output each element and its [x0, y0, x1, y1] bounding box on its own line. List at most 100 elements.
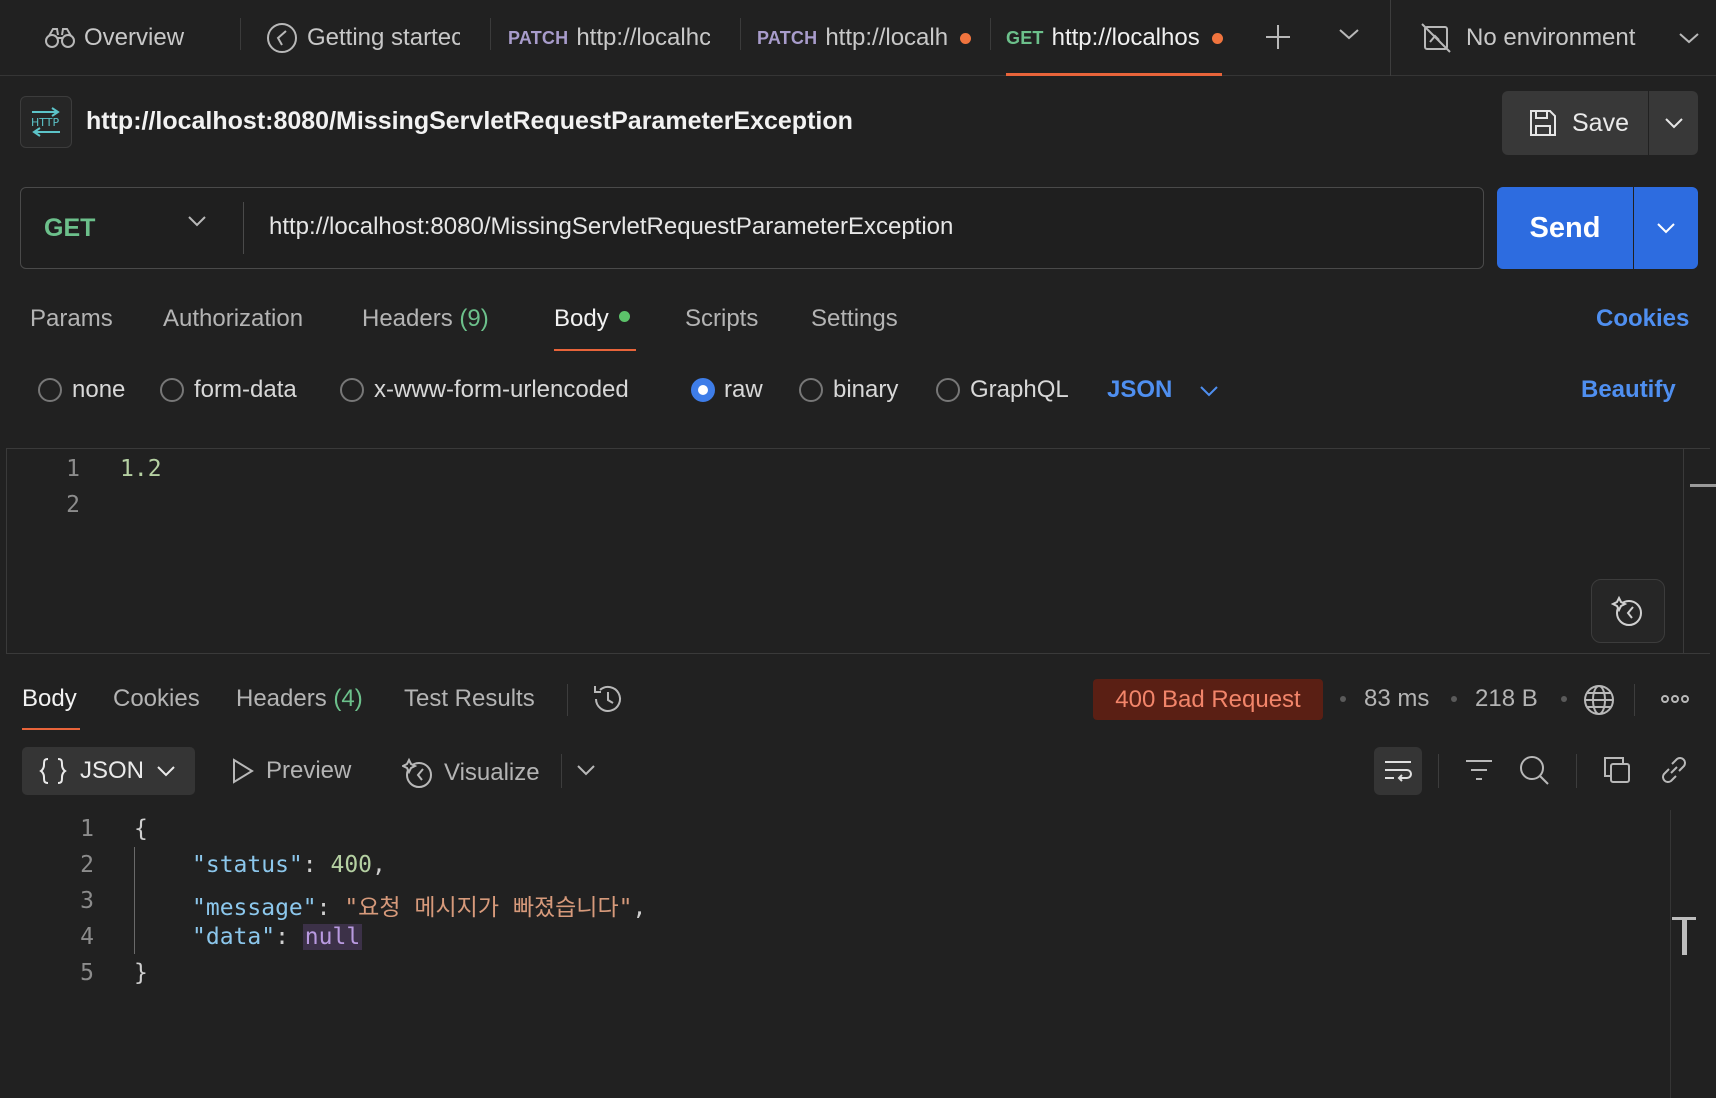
unsaved-dot — [960, 32, 972, 44]
line-number: 1 — [66, 456, 80, 482]
chevron-down-icon[interactable] — [576, 764, 596, 776]
response-format-select[interactable]: JSON — [22, 747, 195, 795]
link-icon[interactable] — [1658, 754, 1690, 786]
environment-label: No environment — [1466, 24, 1636, 51]
chevron-down-icon — [1678, 31, 1700, 45]
radio-urlencoded[interactable] — [340, 378, 364, 402]
tab-label: http://localh — [825, 24, 949, 51]
visualize-label: Visualize — [444, 759, 540, 786]
visualize-icon — [402, 757, 434, 789]
json-key: "data" — [192, 924, 276, 950]
radio-label-urlencoded: x-www-form-urlencoded — [374, 376, 629, 403]
more-options-icon[interactable] — [1660, 692, 1690, 706]
preview-button[interactable]: Preview — [230, 757, 351, 785]
cookies-link[interactable]: Cookies — [1596, 305, 1689, 333]
scrollbar-thumb[interactable] — [1690, 484, 1716, 487]
response-tab-cookies[interactable]: Cookies — [113, 685, 200, 713]
response-tab-test-results[interactable]: Test Results — [404, 685, 535, 713]
radio-label-graphql: GraphQL — [970, 376, 1069, 403]
save-options-button[interactable] — [1649, 91, 1698, 155]
line-number: 1 — [80, 816, 94, 842]
body-indicator-dot — [618, 311, 630, 323]
headers-count: (9) — [459, 305, 489, 332]
radio-label-none: none — [72, 376, 126, 403]
floppy-disk-icon — [1528, 108, 1558, 138]
active-tab-indicator — [554, 349, 636, 351]
json-open-brace: { — [134, 816, 148, 842]
visualize-button[interactable]: Visualize — [402, 757, 540, 789]
chevron-down-icon[interactable] — [1338, 27, 1360, 41]
method-value: GET — [44, 213, 96, 242]
url-bar: GET http://localhost:8080/MissingServlet… — [20, 187, 1484, 269]
scrollbar-thumb[interactable] — [1682, 917, 1687, 955]
response-tab-body[interactable]: Body — [22, 685, 77, 713]
save-label: Save — [1572, 108, 1629, 137]
send-options-button[interactable] — [1634, 187, 1698, 269]
tab-bar: Overview Getting startec PATCH http://lo… — [0, 0, 1716, 76]
line-number: 4 — [80, 924, 94, 950]
history-icon[interactable] — [591, 682, 625, 716]
response-size[interactable]: 218 B — [1475, 685, 1538, 713]
radio-label-binary: binary — [833, 376, 899, 403]
word-wrap-button[interactable] — [1374, 747, 1422, 795]
environment-selector[interactable]: No environment — [1420, 0, 1710, 76]
json-line-message: "message": "요청 메시지가 빠졌습니다", — [192, 895, 647, 921]
ai-assist-button[interactable] — [1591, 579, 1665, 643]
line-number: 2 — [66, 492, 80, 518]
tab-getting-started[interactable]: Getting startec — [266, 0, 460, 76]
radio-label-raw: raw — [724, 376, 763, 403]
chevron-down-icon — [1199, 385, 1219, 397]
json-key: "status" — [192, 852, 303, 878]
radio-graphql[interactable] — [936, 378, 960, 402]
tab-label: http://localhos — [1051, 24, 1200, 51]
tab-headers[interactable]: Headers (9) — [362, 305, 489, 333]
json-value: null — [302, 924, 363, 950]
response-format-value: JSON — [80, 757, 145, 784]
search-icon[interactable] — [1518, 754, 1552, 786]
url-input[interactable]: http://localhost:8080/MissingServletRequ… — [269, 213, 953, 241]
preview-label: Preview — [266, 757, 352, 784]
radio-form-data[interactable] — [160, 378, 184, 402]
tab-overview[interactable]: Overview — [44, 0, 244, 76]
body-format-value: JSON — [1107, 376, 1173, 403]
request-body-editor[interactable] — [6, 448, 1710, 654]
method-label: PATCH — [508, 27, 569, 48]
copy-icon[interactable] — [1601, 754, 1633, 786]
tab-body[interactable]: Body — [554, 305, 630, 333]
tab-patch-1[interactable]: PATCH http://localhc — [508, 0, 710, 76]
request-title[interactable]: http://localhost:8080/MissingServletRequ… — [86, 107, 853, 136]
plus-icon[interactable] — [1263, 22, 1293, 52]
json-value: "요청 메시지가 빠졌습니다" — [344, 895, 633, 921]
radio-none[interactable] — [38, 378, 62, 402]
status-badge[interactable]: 400 Bad Request — [1093, 679, 1323, 720]
body-format-select[interactable]: JSON — [1107, 376, 1219, 404]
globe-icon[interactable] — [1582, 683, 1616, 717]
line-number: 5 — [80, 960, 94, 986]
scrollbar-track — [1670, 810, 1671, 1098]
response-tab-headers[interactable]: Headers (4) — [236, 685, 363, 713]
tab-authorization[interactable]: Authorization — [163, 305, 303, 333]
beautify-button[interactable]: Beautify — [1581, 376, 1676, 404]
json-line-data: "data": null — [192, 924, 363, 950]
method-select[interactable]: GET — [21, 188, 244, 268]
response-time[interactable]: 83 ms — [1364, 685, 1429, 713]
tab-label: Overview — [84, 24, 185, 51]
binoculars-icon — [44, 26, 76, 50]
svg-text:HTTP: HTTP — [31, 116, 60, 129]
active-tab-indicator — [22, 728, 80, 730]
json-value: 400 — [330, 852, 373, 878]
tab-settings[interactable]: Settings — [811, 305, 898, 333]
save-button[interactable]: Save — [1502, 91, 1648, 155]
line-number: 3 — [80, 888, 94, 914]
filter-icon[interactable] — [1463, 755, 1495, 785]
radio-raw[interactable] — [691, 378, 715, 402]
tab-scripts[interactable]: Scripts — [685, 305, 758, 333]
compass-icon — [266, 22, 298, 54]
active-tab-indicator — [1006, 73, 1222, 76]
tab-get-active[interactable]: GET http://localhos — [1006, 0, 1226, 76]
send-button[interactable]: Send — [1497, 187, 1633, 269]
tab-params[interactable]: Params — [30, 305, 113, 333]
radio-binary[interactable] — [799, 378, 823, 402]
tab-patch-2[interactable]: PATCH http://localh — [757, 0, 977, 76]
code-line: 1.2 — [120, 456, 162, 482]
